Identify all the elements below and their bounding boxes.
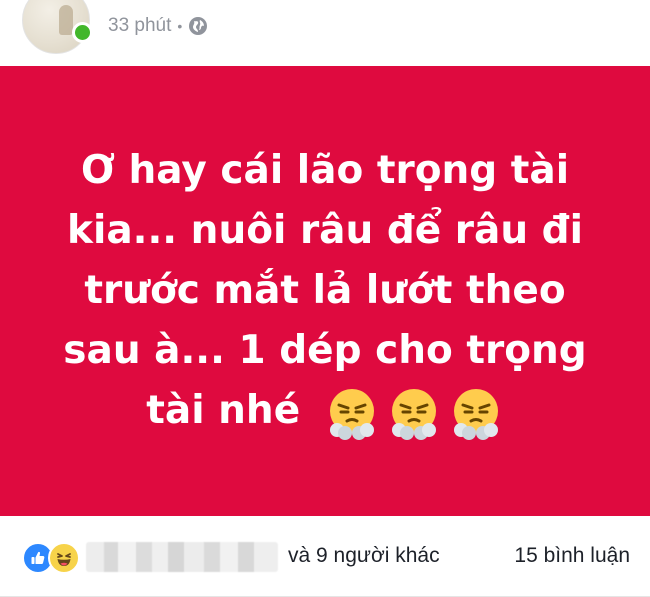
globe-icon[interactable]: [188, 16, 208, 36]
haha-icon[interactable]: [48, 542, 80, 574]
post-timestamp[interactable]: 33 phút: [108, 15, 171, 37]
comment-count[interactable]: 15 bình luận: [514, 544, 630, 568]
steam-face-emoji-icon: [329, 388, 374, 440]
post-header: 33 phút •: [0, 0, 650, 66]
post-body: Ơ hay cái lão trọng tài kia... nuôi râu …: [55, 141, 595, 441]
reaction-count-text[interactable]: và 9 người khác: [288, 544, 440, 568]
post-meta: 33 phút •: [108, 14, 208, 38]
colored-text-post: Ơ hay cái lão trọng tài kia... nuôi râu …: [0, 66, 650, 516]
reactions-bar: và 9 người khác 15 bình luận: [0, 516, 650, 597]
steam-face-emoji-icon: [453, 388, 498, 440]
meta-separator: •: [177, 18, 183, 34]
steam-face-emoji-icon: [391, 388, 436, 440]
avatar-photo: [59, 5, 73, 35]
online-status-indicator: [72, 22, 93, 43]
reactor-names-blurred[interactable]: [86, 542, 278, 572]
emoji-group: [324, 385, 504, 441]
reaction-icons[interactable]: [22, 542, 80, 574]
